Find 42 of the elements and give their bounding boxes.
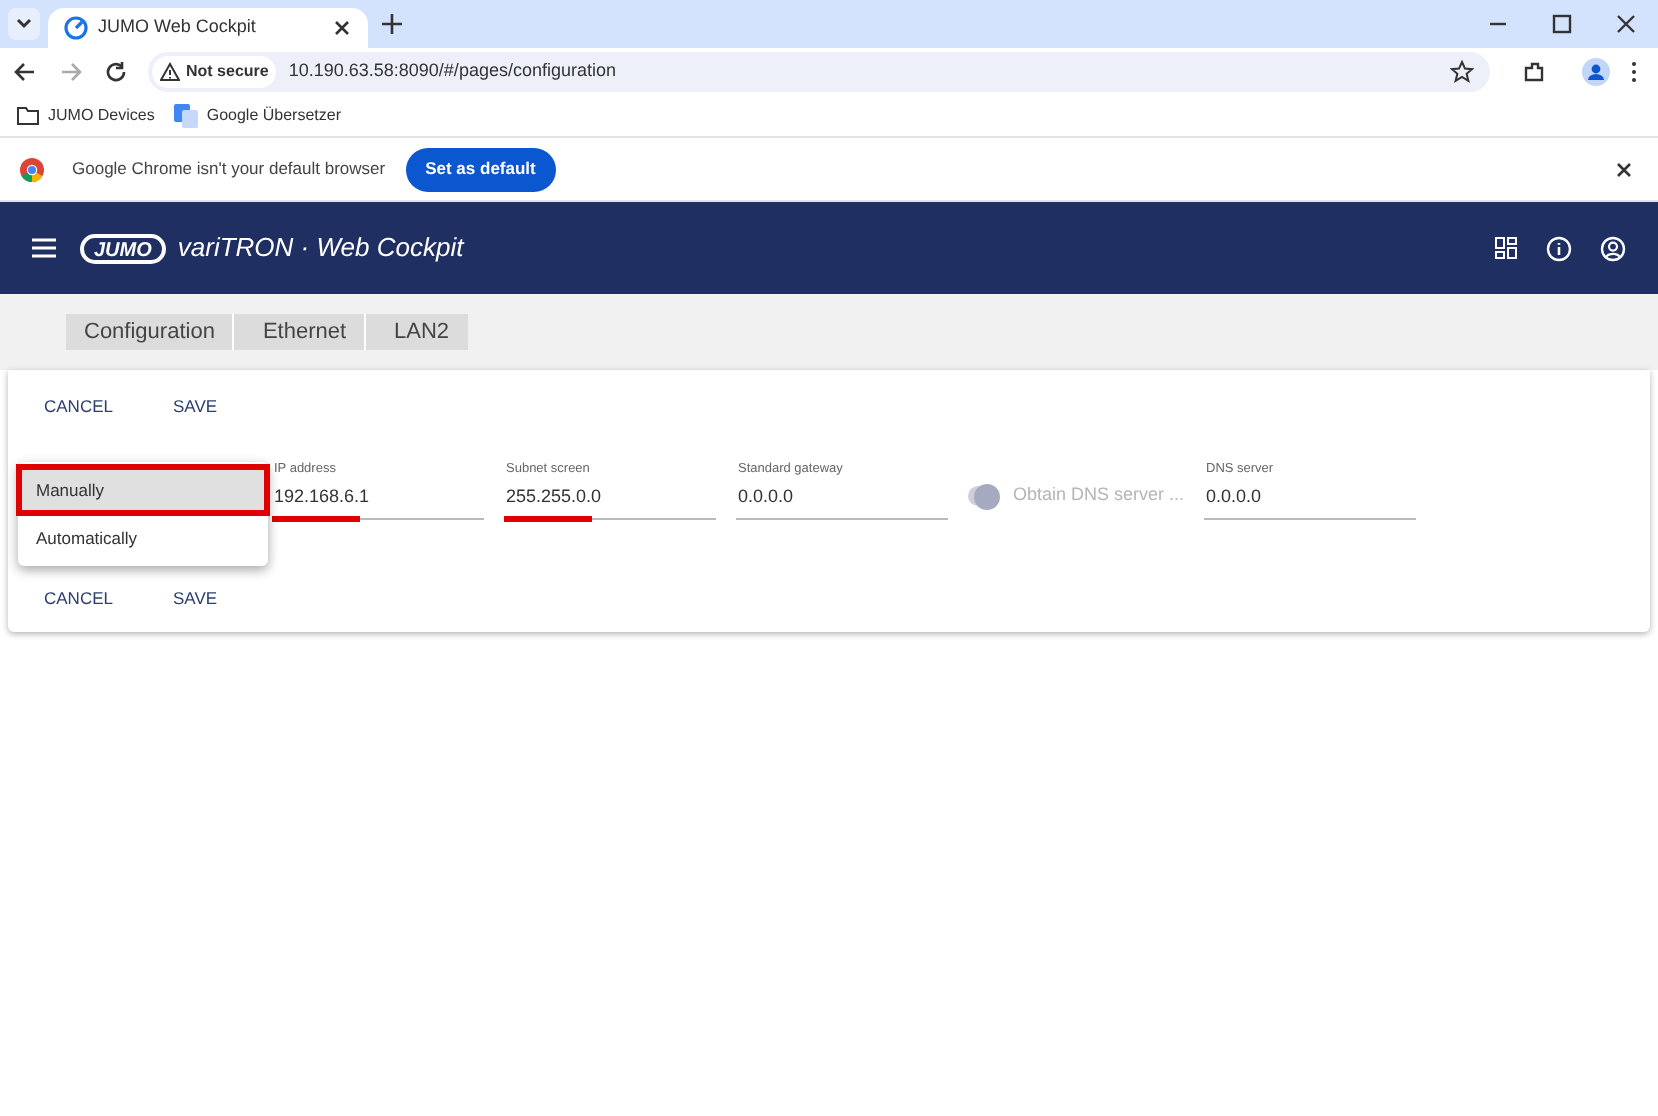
save-button[interactable]: SAVE — [164, 577, 226, 619]
gauge-icon — [64, 16, 88, 40]
new-tab-icon[interactable] — [380, 12, 404, 36]
save-button[interactable]: SAVE — [164, 386, 226, 428]
bookmark[interactable]: Google Übersetzer — [174, 104, 341, 128]
breadcrumb-item[interactable]: Configuration — [66, 314, 233, 350]
menu-item[interactable]: Manually — [18, 466, 268, 514]
breadcrumb-item[interactable]: Ethernet — [232, 314, 365, 350]
security-chip[interactable]: Not secure — [152, 56, 277, 88]
warning-icon — [160, 62, 180, 82]
back-icon[interactable] — [12, 60, 36, 84]
account-icon[interactable] — [1600, 235, 1626, 261]
reload-icon[interactable] — [104, 60, 128, 84]
tab-list-icon[interactable] — [8, 8, 40, 40]
address-bar[interactable]: Not secure 10.190.63.58:8090/#/pages/configuration — [148, 52, 1490, 92]
url-text: 10.190.63.58:8090/#/pages/configuration — [288, 58, 618, 85]
more-icon[interactable] — [1630, 60, 1638, 84]
cancel-button[interactable]: CANCEL — [36, 577, 121, 619]
jumo-logo: JUMO — [80, 233, 166, 263]
infobar-message: Google Chrome isn't your default browser — [72, 156, 386, 182]
bookmark[interactable]: JUMO Devices — [16, 104, 155, 128]
set-default-button[interactable]: Set as default — [405, 147, 556, 191]
close-icon[interactable] — [1614, 12, 1638, 36]
puzzle-icon[interactable] — [1522, 60, 1546, 84]
close-icon[interactable] — [1614, 159, 1634, 179]
info-icon[interactable] — [1546, 235, 1572, 261]
menu-icon[interactable] — [32, 238, 56, 258]
toggle-label: Obtain DNS server ... — [1012, 482, 1184, 509]
menu-item[interactable]: Automatically — [18, 514, 268, 562]
app-title: variTRON · Web Cockpit — [177, 230, 464, 267]
tab-title: JUMO Web Cockpit — [98, 14, 258, 41]
folder-icon — [16, 104, 40, 128]
cancel-button[interactable]: CANCEL — [36, 386, 121, 428]
dashboard-icon[interactable] — [1494, 236, 1518, 260]
breadcrumb-item[interactable]: LAN2 — [364, 314, 468, 350]
close-icon[interactable] — [332, 18, 352, 38]
translate-icon — [174, 104, 199, 128]
browser-tab[interactable]: JUMO Web Cockpit — [48, 8, 368, 48]
star-icon[interactable] — [1450, 60, 1474, 84]
profile-icon[interactable] — [1582, 58, 1610, 86]
maximize-icon[interactable] — [1550, 12, 1574, 36]
chrome-logo-icon — [20, 157, 44, 181]
